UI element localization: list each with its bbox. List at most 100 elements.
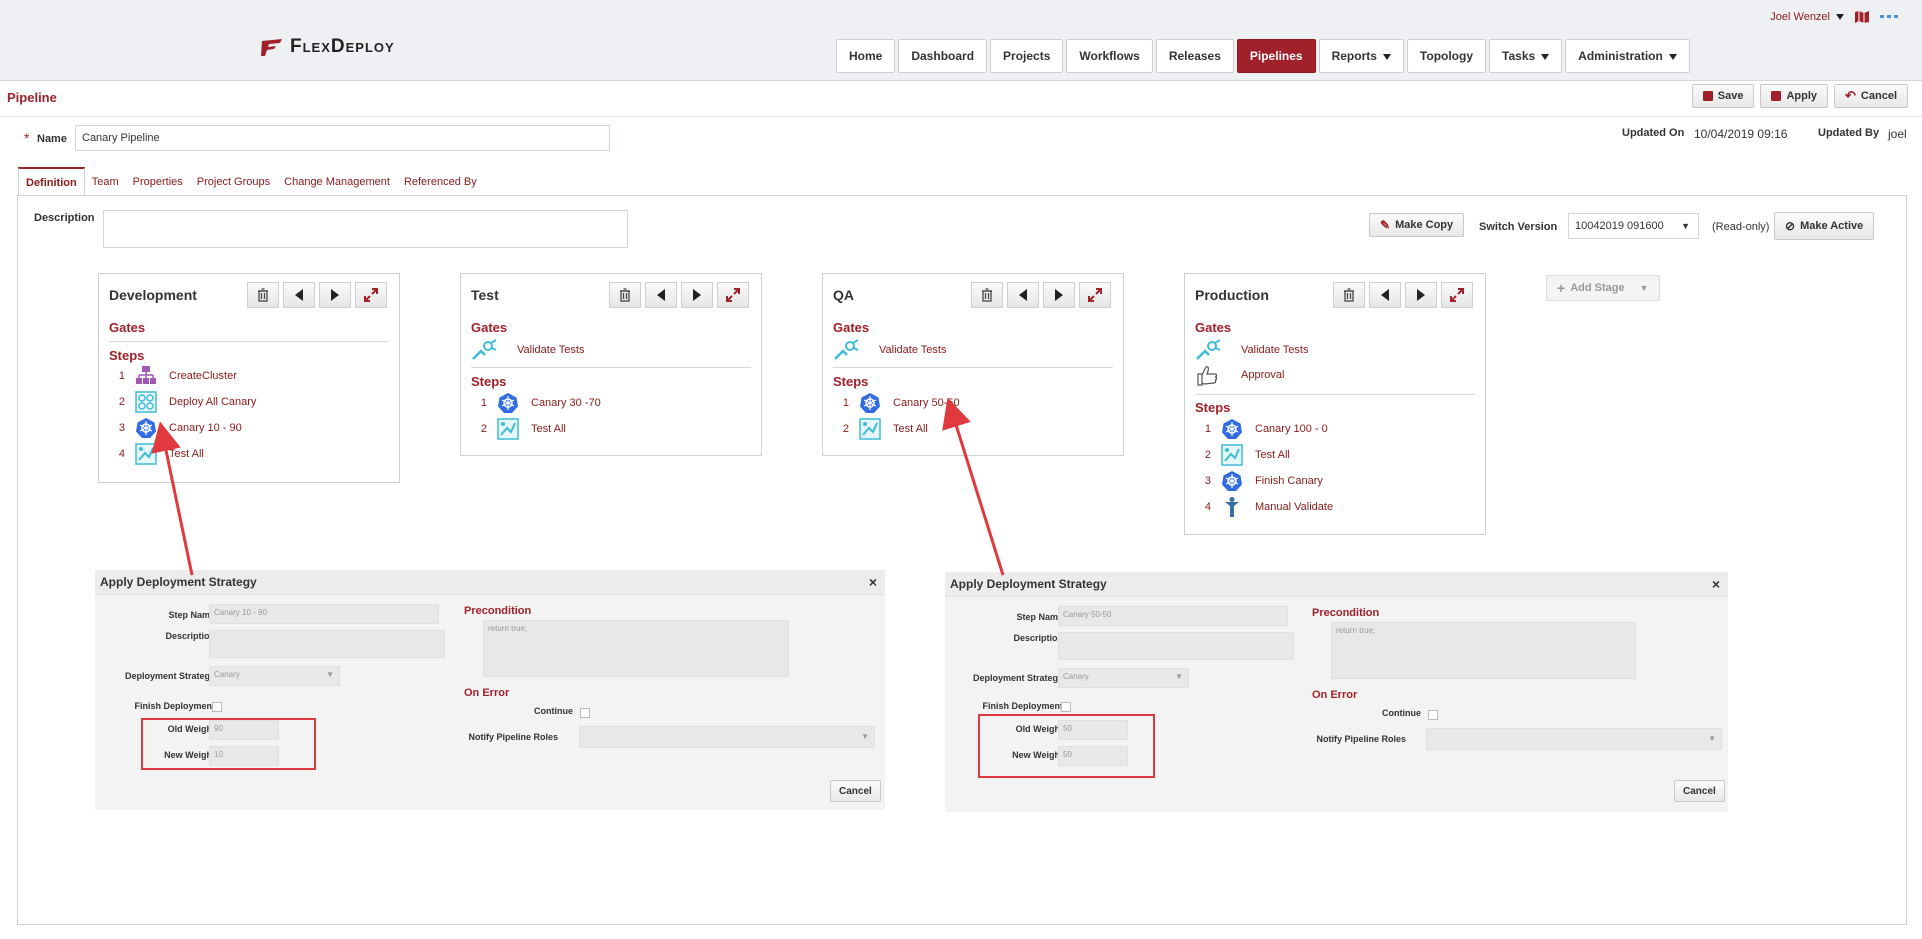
gate-label: Validate Tests: [1241, 344, 1309, 356]
gate-item[interactable]: Validate Tests: [833, 338, 946, 362]
chevron-down-icon: [1836, 14, 1844, 21]
switch-version-select[interactable]: 10042019 091600 ▼: [1568, 213, 1699, 239]
nav-pipelines[interactable]: Pipelines: [1236, 39, 1316, 73]
stage-name: QA: [833, 287, 854, 303]
step-item[interactable]: 1 CreateCluster: [109, 364, 237, 388]
apply-button[interactable]: Apply: [1760, 84, 1829, 108]
tab-referenced-by[interactable]: Referenced By: [397, 168, 484, 196]
app-logo[interactable]: FlexDeploy: [260, 36, 395, 58]
step-name-field[interactable]: Canary 50-50: [1058, 606, 1288, 626]
move-left-button[interactable]: [283, 282, 315, 308]
delete-stage-button[interactable]: [1333, 282, 1365, 308]
continue-checkbox[interactable]: [1428, 710, 1438, 720]
step-item[interactable]: 1 Canary 100 - 0: [1195, 417, 1328, 441]
tab-project-groups[interactable]: Project Groups: [190, 168, 277, 196]
deployment-strategy-select[interactable]: Canary ▼: [1058, 668, 1189, 688]
move-right-button[interactable]: [681, 282, 713, 308]
finish-deployment-checkbox[interactable]: [212, 702, 222, 712]
nav-tasks[interactable]: Tasks: [1489, 39, 1563, 73]
tab-team[interactable]: Team: [85, 168, 126, 196]
finish-deployment-checkbox[interactable]: [1061, 702, 1071, 712]
add-stage-button[interactable]: + Add Stage ▼: [1546, 275, 1660, 301]
divider: [833, 367, 1113, 368]
cancel-button[interactable]: ↶ Cancel: [1834, 84, 1908, 108]
step-number: 4: [1204, 501, 1211, 513]
nav-releases[interactable]: Releases: [1155, 39, 1234, 73]
expand-button[interactable]: [1079, 282, 1111, 308]
page-title: Pipeline: [7, 90, 57, 105]
make-active-button[interactable]: ⊘ Make Active: [1774, 212, 1875, 240]
notify-pipeline-roles-select[interactable]: ▼: [1426, 728, 1722, 750]
map-icon[interactable]: [1854, 10, 1870, 24]
nav-label: Home: [849, 49, 883, 63]
gate-item[interactable]: Validate Tests: [1195, 338, 1308, 362]
close-icon[interactable]: ×: [869, 570, 877, 594]
tab-definition[interactable]: Definition: [18, 167, 85, 196]
tab-change-management[interactable]: Change Management: [277, 168, 397, 196]
precondition-field[interactable]: return true;: [1331, 622, 1636, 679]
tab-properties[interactable]: Properties: [126, 168, 190, 196]
delete-stage-button[interactable]: [609, 282, 641, 308]
move-left-button[interactable]: [1369, 282, 1401, 308]
move-right-button[interactable]: [1405, 282, 1437, 308]
save-button[interactable]: Save: [1691, 84, 1755, 108]
move-left-button[interactable]: [1007, 282, 1039, 308]
expand-button[interactable]: [355, 282, 387, 308]
step-item[interactable]: 1 Canary 30 -70: [471, 391, 601, 415]
make-copy-label: Make Copy: [1395, 219, 1454, 231]
step-name-field[interactable]: Canary 10 - 90: [209, 604, 439, 624]
chevron-down-icon: ▼: [1175, 672, 1183, 681]
expand-button[interactable]: [1441, 282, 1473, 308]
step-item[interactable]: 2 Test All: [471, 417, 566, 441]
steps-heading: Steps: [1195, 400, 1231, 415]
step-item[interactable]: 3 Finish Canary: [1195, 469, 1323, 493]
notify-pipeline-roles-select[interactable]: ▼: [579, 726, 875, 748]
nav-topology[interactable]: Topology: [1406, 39, 1487, 73]
delete-stage-button[interactable]: [247, 282, 279, 308]
delete-stage-button[interactable]: [971, 282, 1003, 308]
more-dots-icon[interactable]: [1880, 14, 1898, 20]
description-field[interactable]: [1058, 632, 1294, 660]
step-item[interactable]: 4 Manual Validate: [1195, 495, 1333, 519]
close-icon[interactable]: ×: [1712, 572, 1720, 596]
continue-checkbox[interactable]: [580, 708, 590, 718]
expand-button[interactable]: [717, 282, 749, 308]
step-item[interactable]: 2 Deploy All Canary: [109, 390, 256, 414]
divider: [1195, 394, 1475, 395]
step-item[interactable]: 4 Test All: [109, 442, 204, 466]
continue-label: Continue: [534, 706, 573, 716]
user-menu[interactable]: Joel Wenzel: [1770, 11, 1844, 23]
definition-tabs: Definition Team Properties Project Group…: [18, 167, 484, 196]
description-input[interactable]: [103, 210, 628, 248]
dialog-cancel-button[interactable]: Cancel: [1674, 780, 1725, 802]
step-number: 1: [480, 397, 487, 409]
nav-reports[interactable]: Reports: [1318, 39, 1404, 73]
step-label: Test All: [893, 423, 928, 435]
name-input[interactable]: Canary Pipeline: [75, 125, 610, 151]
nav-workflows[interactable]: Workflows: [1066, 39, 1153, 73]
save-icon: [1702, 91, 1713, 101]
chevron-down-icon: ▼: [861, 732, 869, 741]
nav-projects[interactable]: Projects: [990, 39, 1064, 73]
expand-icon: [1088, 288, 1102, 302]
description-field[interactable]: [209, 630, 445, 658]
chevron-down-icon: [1382, 53, 1391, 60]
precondition-field[interactable]: return true;: [483, 620, 789, 677]
move-left-button[interactable]: [645, 282, 677, 308]
dialog-cancel-button[interactable]: Cancel: [830, 780, 881, 802]
step-item[interactable]: 1 Canary 50-50: [833, 391, 960, 415]
gate-label: Validate Tests: [517, 344, 585, 356]
gate-item[interactable]: Approval: [1195, 363, 1284, 387]
dialog-title: Apply Deployment Strategy: [95, 570, 885, 595]
make-copy-button[interactable]: ✎ Make Copy: [1369, 213, 1465, 237]
step-item[interactable]: 2 Test All: [1195, 443, 1290, 467]
nav-administration[interactable]: Administration: [1565, 39, 1690, 73]
nav-dashboard[interactable]: Dashboard: [898, 39, 988, 73]
deployment-strategy-select[interactable]: Canary ▼: [209, 666, 340, 686]
move-right-button[interactable]: [319, 282, 351, 308]
nav-home[interactable]: Home: [836, 39, 896, 73]
step-item[interactable]: 3 Canary 10 - 90: [109, 416, 242, 440]
move-right-button[interactable]: [1043, 282, 1075, 308]
gate-item[interactable]: Validate Tests: [471, 338, 584, 362]
step-item[interactable]: 2 Test All: [833, 417, 928, 441]
